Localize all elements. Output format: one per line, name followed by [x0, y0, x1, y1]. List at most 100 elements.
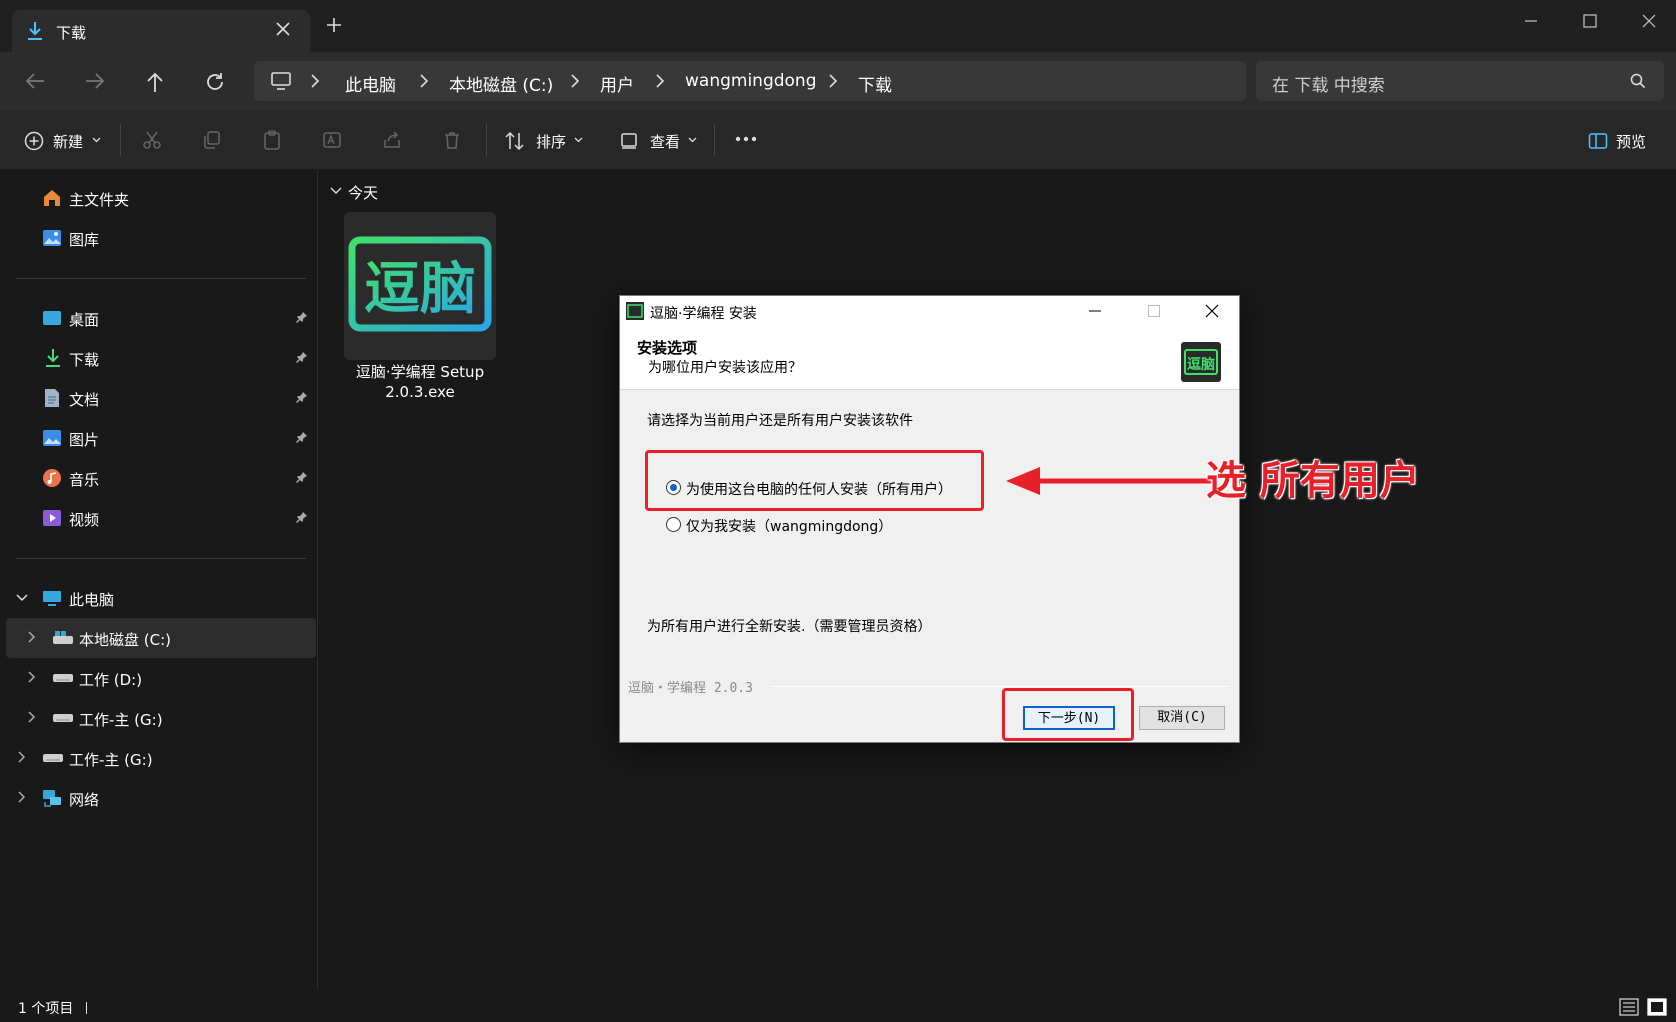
maximize-icon[interactable] — [1579, 10, 1601, 32]
chevron-right-icon[interactable] — [18, 791, 26, 803]
sidebar-item-music[interactable]: 音乐 — [0, 458, 318, 498]
drive-icon — [42, 752, 64, 764]
sidebar-label: 工作-主 (G:) — [79, 711, 163, 729]
chevron-right-icon[interactable] — [28, 711, 36, 723]
app-icon — [626, 302, 644, 320]
sort-button[interactable]: 排序 — [504, 120, 584, 160]
close-icon[interactable] — [1205, 304, 1219, 318]
network-icon — [42, 788, 62, 808]
sidebar-item-this-pc[interactable]: 此电脑 — [0, 578, 318, 618]
sidebar-label: 桌面 — [69, 311, 100, 329]
status-bar: 1 个项目 — [0, 992, 1676, 1022]
new-tab-icon[interactable] — [326, 17, 342, 33]
sidebar-label: 图库 — [69, 231, 100, 249]
cancel-button[interactable]: 取消(C) — [1139, 706, 1225, 730]
cut-icon[interactable] — [142, 130, 162, 150]
view-button[interactable]: 查看 — [618, 120, 702, 160]
search-icon[interactable] — [1630, 73, 1646, 89]
minimize-icon[interactable] — [1520, 10, 1542, 32]
file-name-line1: 逗脑·学编程 Setup — [355, 363, 485, 381]
pin-icon[interactable] — [296, 351, 308, 363]
paste-icon[interactable] — [262, 130, 282, 150]
delete-icon[interactable] — [442, 130, 462, 150]
pin-icon[interactable] — [296, 431, 308, 443]
header-logo-icon: 逗脑 — [1181, 342, 1221, 382]
close-window-icon[interactable] — [1638, 10, 1660, 32]
sidebar-item-drive-g[interactable]: 工作-主 (G:) — [0, 698, 318, 738]
chevron-down-icon[interactable] — [16, 594, 28, 602]
breadcrumb-this-pc[interactable]: 此电脑 — [345, 71, 396, 96]
file-item-installer[interactable]: 逗脑 — [344, 212, 496, 360]
sidebar-item-network[interactable]: 网络 — [0, 778, 318, 818]
chevron-right-icon[interactable] — [18, 751, 26, 763]
pin-icon[interactable] — [296, 511, 308, 523]
annotation-arrow — [1004, 463, 1214, 499]
video-icon — [42, 508, 62, 528]
sidebar-item-videos[interactable]: 视频 — [0, 498, 318, 538]
refresh-icon[interactable] — [204, 71, 226, 93]
new-label: 新建 — [53, 133, 84, 151]
preview-pane-icon — [1588, 132, 1608, 150]
file-name[interactable]: 逗脑·学编程 Setup 2.0.3.exe — [330, 362, 510, 402]
sidebar-item-documents[interactable]: 文档 — [0, 378, 318, 418]
pin-icon[interactable] — [296, 471, 308, 483]
sidebar-label: 主文件夹 — [69, 191, 130, 209]
chevron-right-icon[interactable] — [28, 631, 36, 643]
system-drive-icon — [52, 630, 74, 646]
chevron-down-icon[interactable] — [330, 187, 342, 195]
share-icon[interactable] — [382, 130, 402, 150]
pin-icon[interactable] — [296, 311, 308, 323]
sidebar-divider — [16, 278, 306, 279]
tab-title: 下载 — [56, 24, 87, 42]
tiles-view-icon[interactable] — [1647, 998, 1667, 1016]
radio-current-user[interactable] — [666, 517, 681, 532]
sidebar-item-drive-c[interactable]: 本地磁盘 (C:) — [6, 618, 316, 658]
back-icon[interactable] — [24, 71, 46, 91]
group-header-today[interactable]: 今天 — [348, 182, 378, 203]
breadcrumb-downloads[interactable]: 下载 — [858, 71, 892, 96]
breadcrumb-user-folder[interactable]: wangmingdong — [685, 71, 817, 91]
desktop-icon — [42, 308, 62, 328]
title-bar: 下载 — [0, 0, 1676, 52]
sidebar-item-desktop[interactable]: 桌面 — [0, 298, 318, 338]
sidebar-item-drive-g-root[interactable]: 工作-主 (G:) — [0, 738, 318, 778]
app-logo-icon: 逗脑 — [348, 236, 492, 336]
sidebar-item-downloads[interactable]: 下载 — [0, 338, 318, 378]
sidebar-label: 此电脑 — [69, 591, 115, 609]
sidebar-label: 音乐 — [69, 471, 100, 489]
tab-downloads[interactable]: 下载 — [12, 10, 310, 52]
breadcrumb-users[interactable]: 用户 — [600, 71, 634, 96]
chevron-down-icon — [688, 137, 697, 143]
search-box[interactable]: 在 下载 中搜索 — [1256, 61, 1664, 101]
document-icon — [44, 388, 60, 408]
up-icon[interactable] — [145, 71, 165, 93]
close-tab-icon[interactable] — [274, 20, 292, 38]
copy-icon[interactable] — [202, 130, 222, 150]
forward-icon[interactable] — [84, 71, 106, 91]
more-options-icon[interactable] — [735, 136, 757, 142]
gallery-icon — [42, 228, 62, 248]
preview-pane-button[interactable]: 预览 — [1588, 120, 1658, 160]
sidebar-item-gallery[interactable]: 图库 — [0, 218, 318, 258]
minimize-icon[interactable] — [1088, 304, 1102, 318]
install-note: 为所有用户进行全新安装.（需要管理员资格） — [647, 619, 932, 635]
breadcrumb-local-disk[interactable]: 本地磁盘 (C:) — [449, 71, 553, 96]
search-placeholder: 在 下载 中搜索 — [1272, 76, 1385, 96]
details-view-icon[interactable] — [1619, 998, 1639, 1016]
download-icon — [26, 21, 44, 41]
chevron-right-icon[interactable] — [28, 671, 36, 683]
sidebar-label: 工作-主 (G:) — [69, 751, 153, 769]
sidebar-item-home[interactable]: 主文件夹 — [0, 178, 318, 218]
chevron-right-icon — [310, 73, 320, 89]
dialog-title-bar: 逗脑·学编程 安装 — [620, 296, 1239, 327]
view-icon — [620, 132, 638, 150]
navigation-pane: 主文件夹 图库 桌面 下载 文档 图片 音乐 视频 此电脑 本地磁盘 (C:) … — [0, 170, 318, 990]
toolbar-divider — [486, 124, 487, 156]
rename-icon[interactable] — [322, 130, 342, 150]
address-bar[interactable]: 此电脑 本地磁盘 (C:) 用户 wangmingdong 下载 — [254, 61, 1246, 101]
sidebar-item-drive-d[interactable]: 工作 (D:) — [0, 658, 318, 698]
new-button[interactable]: 新建 — [22, 120, 104, 160]
pin-icon[interactable] — [296, 391, 308, 403]
option-current-user[interactable]: 仅为我安装（wangmingdong） — [666, 515, 916, 535]
sidebar-item-pictures[interactable]: 图片 — [0, 418, 318, 458]
